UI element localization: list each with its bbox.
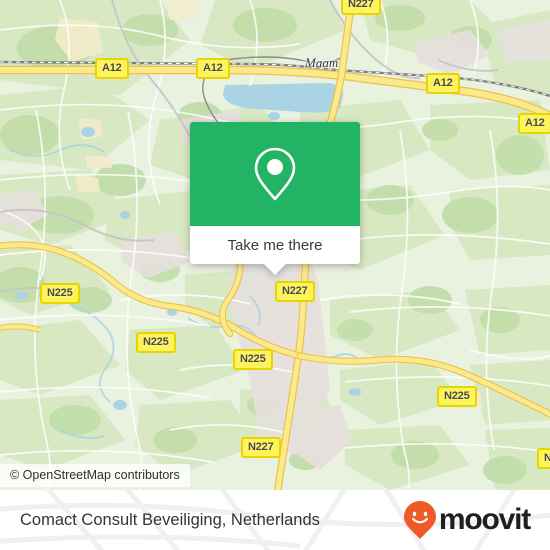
road-shield: N225 — [40, 283, 80, 304]
road-shield: A12 — [196, 58, 230, 79]
road-shield: N227 — [241, 437, 281, 458]
map-screenshot: Maam N227 A12 A12 A12 A12 N225 N227 N225 N225 N22… — [0, 0, 550, 550]
callout-tail-pointer — [264, 264, 286, 275]
road-shield: N225 — [136, 332, 176, 353]
moovit-brand[interactable]: moovit — [403, 500, 531, 540]
road-shield: N227 — [275, 281, 315, 302]
openstreetmap-attribution[interactable]: © OpenStreetMap contributors — [0, 464, 190, 487]
map-location-callout[interactable]: Take me there — [190, 122, 360, 275]
callout-icon-panel — [190, 122, 360, 226]
road-shield: N — [537, 448, 550, 469]
map-pin-icon — [254, 147, 296, 201]
road-shield: A12 — [518, 113, 550, 134]
footer-content: Comact Consult Beveiliging, Netherlands … — [0, 490, 550, 550]
road-shield: A12 — [95, 58, 129, 79]
moovit-wordmark: moovit — [438, 503, 531, 536]
road-shield: A12 — [426, 73, 460, 94]
road-shield: N225 — [437, 386, 477, 407]
place-title: Comact Consult Beveiliging, Netherlands — [20, 510, 320, 529]
take-me-there-label: Take me there — [227, 236, 323, 254]
callout-action-panel[interactable]: Take me there — [190, 226, 360, 275]
road-shield: N225 — [233, 349, 273, 370]
road-shield: N227 — [341, 0, 381, 15]
moovit-pin-smiley-icon — [403, 501, 436, 539]
map-place-label: Maam — [305, 55, 339, 70]
footer-bar: Comact Consult Beveiliging, Netherlands … — [0, 490, 550, 550]
